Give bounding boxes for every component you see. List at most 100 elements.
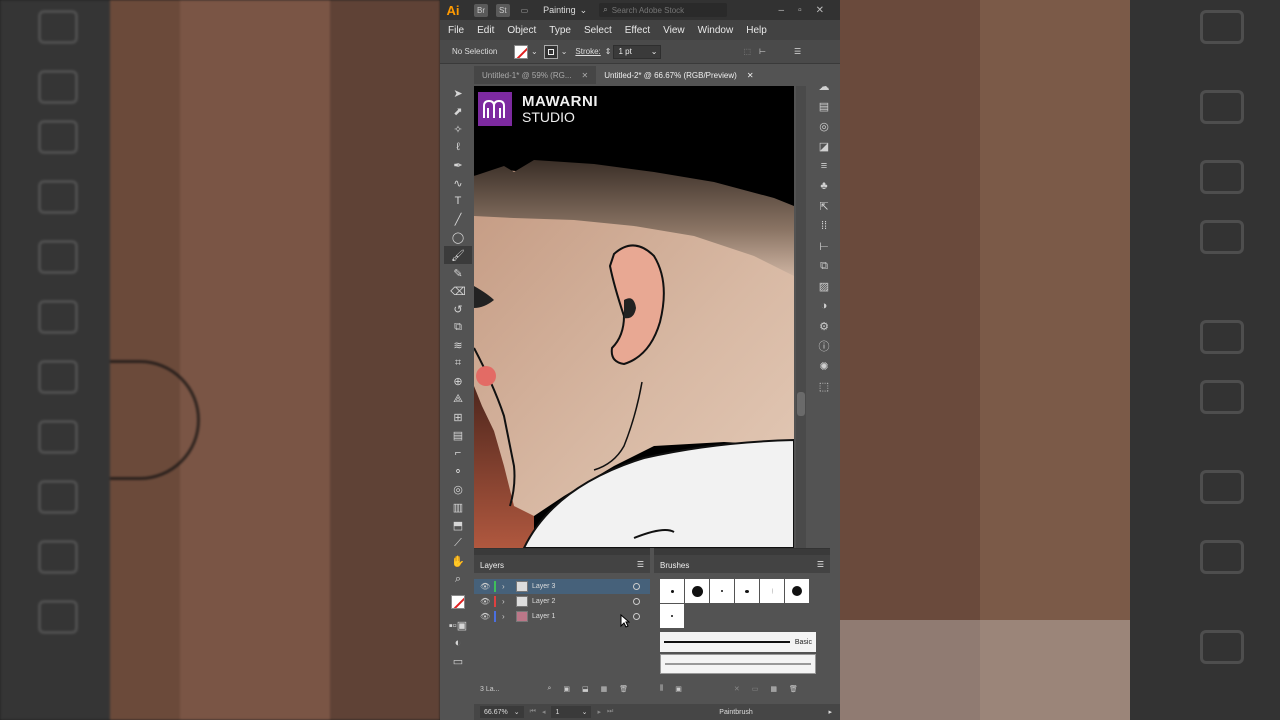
eyedropper-tool-icon[interactable]: ⌐ (444, 444, 472, 462)
layer-name[interactable]: Layer 2 (532, 598, 555, 605)
tab-untitled-1[interactable]: Untitled-1* @ 59% (RG... ✕ (474, 66, 597, 84)
stroke-label[interactable]: Stroke: (575, 47, 600, 56)
align-panel-icon[interactable]: ⁞⁞ (810, 216, 838, 236)
close-icon[interactable]: ✕ (747, 71, 754, 80)
make-clipping-mask-icon[interactable]: ▣ (563, 685, 570, 693)
scale-tool-icon[interactable]: ⧉ (444, 318, 472, 336)
menu-window[interactable]: Window (698, 25, 734, 36)
close-icon[interactable]: ✕ (816, 5, 824, 16)
delete-layer-icon[interactable]: 🗑 (619, 685, 628, 693)
draw-mode-icon[interactable]: ◐ (444, 634, 472, 652)
curvature-tool-icon[interactable]: ∿ (444, 174, 472, 192)
layer-name[interactable]: Layer 1 (532, 613, 555, 620)
target-circle-icon[interactable] (633, 583, 640, 590)
new-brush-icon[interactable]: ▦ (770, 685, 777, 693)
menu-help[interactable]: Help (746, 25, 767, 36)
free-transform-tool-icon[interactable]: ⌗ (444, 354, 472, 372)
appearance-icon[interactable]: ⚙ (810, 316, 838, 336)
close-icon[interactable]: ✕ (581, 71, 588, 80)
status-menu-icon[interactable]: ▸ (828, 708, 832, 716)
brushes-panel-title[interactable]: Brushes (660, 559, 689, 570)
layers-panel-title[interactable]: Layers (480, 559, 504, 570)
pencil-tool-icon[interactable]: ✎ (444, 264, 472, 282)
type-tool-icon[interactable]: T (444, 192, 472, 210)
last-artboard-icon[interactable]: ⏭ (607, 708, 613, 716)
symbols-icon[interactable]: ♣ (810, 176, 838, 196)
menu-select[interactable]: Select (584, 25, 612, 36)
target-circle-icon[interactable] (633, 613, 640, 620)
visibility-eye-icon[interactable]: 👁 (480, 612, 494, 621)
libraries-icon[interactable]: ☁ (810, 76, 838, 96)
panel-menu-icon[interactable]: ☰ (637, 560, 644, 569)
menu-view[interactable]: View (663, 25, 685, 36)
symbol-sprayer-tool-icon[interactable]: ◎ (444, 480, 472, 498)
chevron-right-icon[interactable]: › (502, 582, 512, 591)
brush-stroke-sample[interactable] (660, 654, 816, 674)
color-mode-icon[interactable]: ▪▫▣ (444, 616, 472, 634)
first-artboard-icon[interactable]: ⏮ (530, 708, 536, 716)
blend-tool-icon[interactable]: ⚬ (444, 462, 472, 480)
ellipse-tool-icon[interactable]: ◯ (444, 228, 472, 246)
cc-libraries-icon[interactable]: ◎ (810, 116, 838, 136)
maximize-icon[interactable]: ▫ (798, 5, 802, 16)
chevron-right-icon[interactable]: › (502, 597, 512, 606)
gradient-tool-icon[interactable]: ▤ (444, 426, 472, 444)
artboard-field[interactable]: 1 ⌄ (551, 706, 592, 718)
panel-menu-icon[interactable]: ☰ (817, 560, 824, 569)
brush-swatch[interactable] (660, 579, 684, 603)
arrange-icon[interactable]: ▭ (518, 4, 532, 17)
search-input[interactable] (611, 5, 720, 15)
locate-object-icon[interactable]: ⌕ (547, 685, 551, 693)
graphic-styles-icon[interactable]: ◪ (810, 136, 838, 156)
screen-mode-icon[interactable]: ▭ (444, 652, 472, 670)
brush-swatch[interactable] (760, 579, 784, 603)
bridge-button[interactable]: Br (474, 3, 488, 17)
graph-tool-icon[interactable]: ▥ (444, 498, 472, 516)
new-sublayer-icon[interactable]: ⬓ (582, 685, 589, 693)
info-icon[interactable]: ⓘ (810, 336, 838, 356)
menu-file[interactable]: File (448, 25, 464, 36)
layer-row-2[interactable]: 👁 › Layer 2 (474, 594, 650, 609)
pathfinder-icon[interactable]: ⧉ (810, 256, 838, 276)
direct-selection-tool-icon[interactable]: ⬈ (444, 102, 472, 120)
mesh-tool-icon[interactable]: ⊞ (444, 408, 472, 426)
menu-object[interactable]: Object (507, 25, 536, 36)
fill-stroke-swap-icon[interactable] (444, 588, 472, 616)
paintbrush-tool-icon[interactable]: 🖌 (444, 246, 472, 264)
target-circle-icon[interactable] (633, 598, 640, 605)
fill-swatch[interactable] (514, 44, 528, 59)
next-artboard-icon[interactable]: ▸ (597, 708, 601, 716)
chevron-down-icon[interactable]: ⌄ (561, 47, 568, 56)
menu-effect[interactable]: Effect (625, 25, 650, 36)
slice-tool-icon[interactable]: ⟋ (444, 534, 472, 552)
vertical-scrollbar[interactable] (796, 86, 806, 548)
export-icon[interactable]: ⇱ (810, 196, 838, 216)
warp-tool-icon[interactable]: ≋ (444, 336, 472, 354)
stock-search[interactable]: ⌕ (599, 3, 728, 17)
shape-builder-tool-icon[interactable]: ⊕ (444, 372, 472, 390)
pen-tool-icon[interactable]: ✒ (444, 156, 472, 174)
menu-edit[interactable]: Edit (477, 25, 494, 36)
align-icon[interactable]: ⬚ (743, 47, 751, 56)
minimize-icon[interactable]: – (779, 5, 785, 16)
rotate-tool-icon[interactable]: ↺ (444, 300, 472, 318)
selection-tool-icon[interactable]: ➤ (444, 84, 472, 102)
color-guide-icon[interactable]: ✺ (810, 356, 838, 376)
delete-brush-icon[interactable]: 🗑 (789, 685, 798, 693)
stroke-stepper-icon[interactable]: ⇕ (605, 47, 612, 56)
options-icon[interactable]: ▭ (752, 685, 759, 693)
gradient-panel-icon[interactable]: ▨ (810, 276, 838, 296)
image-trace-icon[interactable]: ⬚ (810, 376, 838, 396)
zoom-field[interactable]: 66.67% ⌄ (480, 706, 524, 718)
brush-swatch[interactable] (735, 579, 759, 603)
transparency-icon[interactable]: ◑ (810, 296, 838, 316)
stock-button[interactable]: St (496, 3, 510, 17)
properties-icon[interactable]: ▤ (810, 96, 838, 116)
eraser-tool-icon[interactable]: ⌫ (444, 282, 472, 300)
brush-library-panel-icon[interactable]: ▣ (675, 685, 682, 693)
line-tool-icon[interactable]: ╱ (444, 210, 472, 228)
tab-untitled-2[interactable]: Untitled-2* @ 66.67% (RGB/Preview) ✕ (596, 66, 762, 84)
chevron-down-icon[interactable]: ⌄ (531, 47, 538, 56)
panel-menu-icon[interactable]: ☰ (794, 47, 801, 56)
brush-basic[interactable]: Basic (660, 632, 816, 652)
